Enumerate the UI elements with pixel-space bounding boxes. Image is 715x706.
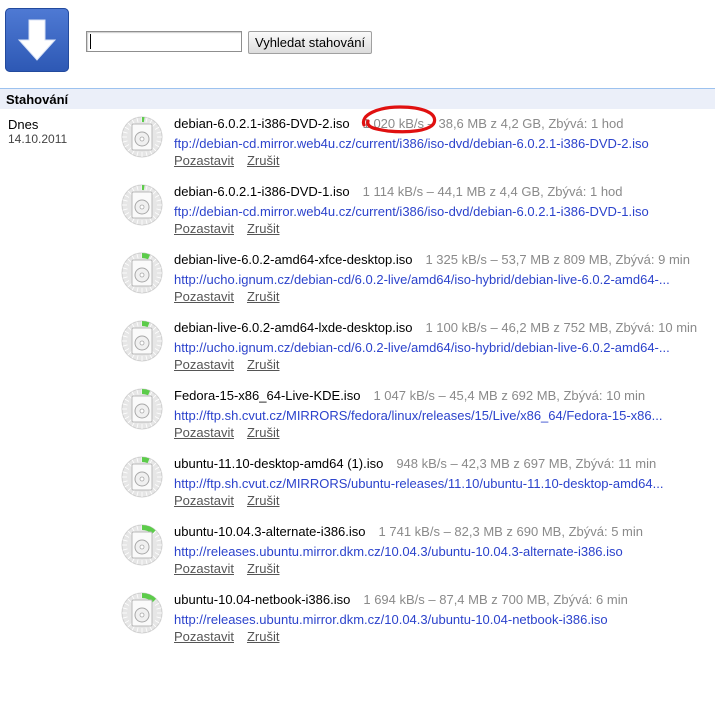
download-status: 1 694 kB/s – 87,4 MB z 700 MB, Zbývá: 6 … <box>363 592 628 607</box>
date-group-label: Dnes <box>8 117 39 132</box>
search-input[interactable] <box>86 31 242 52</box>
download-item: debian-live-6.0.2-amd64-lxde-desktop.iso… <box>119 320 715 388</box>
disc-hole <box>139 612 145 618</box>
pause-button[interactable]: Pozastavit <box>174 289 234 304</box>
disc-image-file-icon <box>121 116 163 158</box>
download-url-link[interactable]: http://releases.ubuntu.mirror.dkm.cz/10.… <box>174 612 608 627</box>
pause-button[interactable]: Pozastavit <box>174 357 234 372</box>
download-item: debian-6.0.2.1-i386-DVD-1.iso 1 114 kB/s … <box>119 184 715 252</box>
disc-image-file-icon <box>121 388 163 430</box>
red-circle-annotation <box>361 105 437 134</box>
disc-hole <box>139 272 145 278</box>
download-status: 1 325 kB/s – 53,7 MB z 809 MB, Zbývá: 9 … <box>425 252 690 267</box>
download-item: Fedora-15-x86_64-Live-KDE.iso 1 047 kB/s … <box>119 388 715 456</box>
disc-hole <box>139 476 145 482</box>
download-url-link[interactable]: ftp://debian-cd.mirror.web4u.cz/current/… <box>174 136 649 151</box>
disc-hole <box>139 340 145 346</box>
section-title: Stahování <box>6 92 69 107</box>
download-item: debian-live-6.0.2-amd64-xfce-desktop.iso… <box>119 252 715 320</box>
download-status: 1 100 kB/s – 46,2 MB z 752 MB, Zbývá: 10… <box>425 320 698 335</box>
disc-image-file-icon <box>121 184 163 226</box>
date-group-date: 14.10.2011 <box>8 132 68 146</box>
download-filename: debian-6.0.2.1-i386-DVD-2.iso <box>174 116 350 131</box>
download-status: 948 kB/s – 42,3 MB z 697 MB, Zbývá: 11 m… <box>396 456 657 471</box>
cancel-button[interactable]: Zrušit <box>247 153 280 168</box>
download-filename: Fedora-15-x86_64-Live-KDE.iso <box>174 388 361 403</box>
download-url-link[interactable]: http://ftp.sh.cvut.cz/MIRRORS/fedora/lin… <box>174 408 662 423</box>
download-filename: ubuntu-11.10-desktop-amd64 (1).iso <box>174 456 384 471</box>
download-status: 1 047 kB/s – 45,4 MB z 692 MB, Zbývá: 10… <box>373 388 646 403</box>
download-url-link[interactable]: http://ftp.sh.cvut.cz/MIRRORS/ubuntu-rel… <box>174 476 663 491</box>
disc-hole <box>139 544 145 550</box>
download-status: 1 114 kB/s – 44,1 MB z 4,4 GB, Zbývá: 1 … <box>362 184 623 199</box>
download-filename: ubuntu-10.04.3-alternate-i386.iso <box>174 524 366 539</box>
cancel-button[interactable]: Zrušit <box>247 289 280 304</box>
download-url-link[interactable]: http://ucho.ignum.cz/debian-cd/6.0.2-liv… <box>174 340 670 355</box>
download-item: ubuntu-10.04.3-alternate-i386.iso 1 741 k… <box>119 524 715 592</box>
disc-hole <box>139 204 145 210</box>
cancel-button[interactable]: Zrušit <box>247 221 280 236</box>
pause-button[interactable]: Pozastavit <box>174 493 234 508</box>
download-url-link[interactable]: http://releases.ubuntu.mirror.dkm.cz/10.… <box>174 544 623 559</box>
cancel-button[interactable]: Zrušit <box>247 425 280 440</box>
pause-button[interactable]: Pozastavit <box>174 561 234 576</box>
pause-button[interactable]: Pozastavit <box>174 153 234 168</box>
disc-hole <box>139 136 145 142</box>
cancel-button[interactable]: Zrušit <box>247 561 280 576</box>
disc-image-file-icon <box>121 252 163 294</box>
download-filename: debian-6.0.2.1-i386-DVD-1.iso <box>174 184 350 199</box>
disc-image-file-icon <box>121 456 163 498</box>
cancel-button[interactable]: Zrušit <box>247 629 280 644</box>
download-url-link[interactable]: http://ucho.ignum.cz/debian-cd/6.0.2-liv… <box>174 272 670 287</box>
download-filename: ubuntu-10.04-netbook-i386.iso <box>174 592 351 607</box>
pause-button[interactable]: Pozastavit <box>174 629 234 644</box>
download-filename: debian-live-6.0.2-amd64-xfce-desktop.iso <box>174 252 413 267</box>
disc-image-file-icon <box>121 592 163 634</box>
disc-image-file-icon <box>121 320 163 362</box>
cancel-button[interactable]: Zrušit <box>247 357 280 372</box>
search-downloads-button[interactable]: Vyhledat stahování <box>248 31 373 54</box>
download-status: 1 741 kB/s – 82,3 MB z 690 MB, Zbývá: 5 … <box>378 524 643 539</box>
cancel-button[interactable]: Zrušit <box>247 493 280 508</box>
download-item: ubuntu-10.04-netbook-i386.iso 1 694 kB/s … <box>119 592 715 660</box>
disc-hole <box>139 408 145 414</box>
downloads-logo-icon <box>5 8 69 72</box>
pause-button[interactable]: Pozastavit <box>174 425 234 440</box>
download-filename: debian-live-6.0.2-amd64-lxde-desktop.iso <box>174 320 413 335</box>
pause-button[interactable]: Pozastavit <box>174 221 234 236</box>
download-url-link[interactable]: ftp://debian-cd.mirror.web4u.cz/current/… <box>174 204 649 219</box>
disc-image-file-icon <box>121 524 163 566</box>
text-caret <box>90 34 91 49</box>
download-item: ubuntu-11.10-desktop-amd64 (1).iso 948 kB… <box>119 456 715 524</box>
